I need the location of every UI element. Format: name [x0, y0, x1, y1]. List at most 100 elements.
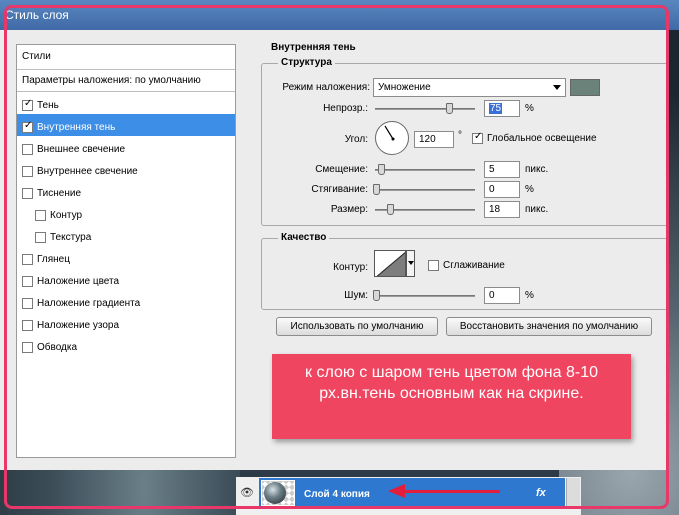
size-unit: пикс. [525, 204, 549, 215]
style-item-checkbox[interactable] [22, 165, 33, 177]
size-slider-thumb[interactable] [387, 204, 394, 215]
window-title: Стиль слоя [5, 8, 69, 22]
ball-thumbnail-icon [264, 482, 286, 504]
style-item-checkbox[interactable] [22, 187, 33, 199]
style-item[interactable]: Тень [17, 92, 235, 114]
style-item-label: Контур [50, 209, 83, 221]
annotation-arrow [404, 490, 500, 493]
opacity-slider-thumb[interactable] [446, 103, 453, 114]
blending-options-item[interactable]: Параметры наложения: по умолчанию [17, 70, 235, 92]
antialias-label: Сглаживание [443, 260, 505, 271]
fx-icon[interactable]: fx [536, 487, 546, 499]
contour-dropdown-button[interactable] [406, 250, 415, 277]
annotation-callout: к слою с шаром тень цветом фона 8-10 рх.… [272, 354, 631, 439]
style-item-checkbox[interactable] [22, 120, 33, 133]
style-item[interactable]: Контур [17, 202, 235, 224]
noise-slider-track[interactable] [375, 295, 475, 297]
style-item[interactable]: Внутреннее свечение [17, 158, 235, 180]
style-item[interactable]: Тиснение [17, 180, 235, 202]
style-item[interactable]: Наложение градиента [17, 290, 235, 312]
eye-icon[interactable]: 👁 [240, 486, 254, 499]
distance-slider-track[interactable] [375, 169, 475, 171]
style-item-checkbox[interactable] [22, 253, 33, 265]
angle-label: Угол: [344, 134, 368, 145]
style-item-label: Наложение узора [37, 319, 120, 331]
choke-unit: % [525, 184, 534, 195]
style-item[interactable]: Наложение цвета [17, 268, 235, 290]
layer-name[interactable]: Слой 4 копия [304, 489, 370, 500]
choke-slider-track[interactable] [375, 189, 475, 191]
antialias-option[interactable]: Сглаживание [428, 260, 505, 271]
style-item-checkbox[interactable] [22, 143, 33, 155]
structure-group-label: Структура [278, 57, 335, 68]
style-item-checkbox[interactable] [22, 319, 33, 331]
style-item-label: Тиснение [37, 187, 82, 199]
chevron-down-icon [408, 261, 414, 265]
style-item-checkbox[interactable] [22, 275, 33, 287]
angle-unit: ° [458, 130, 462, 141]
opacity-label: Непрозр.: [323, 103, 368, 114]
distance-input[interactable]: 5 [484, 161, 520, 178]
size-input[interactable]: 18 [484, 201, 520, 218]
section-title-inner-shadow: Внутренняя тень [271, 42, 356, 53]
style-item-label: Обводка [37, 341, 78, 353]
blend-mode-select[interactable]: Умножение [373, 78, 566, 97]
distance-slider-thumb[interactable] [378, 164, 385, 175]
contour-label: Контур: [333, 262, 368, 273]
reset-default-button[interactable]: Восстановить значения по умолчанию [446, 317, 652, 336]
global-light-label: Глобальное освещение [487, 133, 597, 144]
layer-thumbnail[interactable] [261, 480, 295, 506]
size-label: Размер: [330, 204, 368, 215]
global-light-option[interactable]: Глобальное освещение [472, 131, 597, 144]
choke-slider-thumb[interactable] [373, 184, 380, 195]
styles-list: Стили Параметры наложения: по умолчанию … [16, 44, 236, 458]
style-item-checkbox[interactable] [22, 297, 33, 309]
quality-group-label: Качество [278, 232, 330, 243]
noise-input[interactable]: 0 [484, 287, 520, 304]
style-item-label: Внутреннее свечение [37, 165, 138, 177]
opacity-input[interactable]: 75 [484, 100, 520, 117]
layers-scrollbar[interactable] [566, 478, 580, 508]
opacity-unit: % [525, 103, 534, 114]
choke-input[interactable]: 0 [484, 181, 520, 198]
style-item-label: Наложение цвета [37, 275, 120, 287]
noise-slider-thumb[interactable] [373, 290, 380, 301]
blend-mode-label: Режим наложения: [282, 82, 370, 93]
style-item-checkbox[interactable] [22, 341, 33, 353]
window-titlebar[interactable]: Стиль слоя [0, 0, 679, 30]
style-item-label: Внутренняя тень [37, 121, 116, 133]
styles-header[interactable]: Стили [17, 45, 235, 70]
style-item-label: Текстура [50, 231, 92, 243]
style-item[interactable]: Текстура [17, 224, 235, 246]
angle-input[interactable]: 120 [414, 131, 454, 148]
chevron-down-icon [553, 85, 561, 90]
angle-dial-needle-icon [384, 125, 395, 141]
arrow-left-icon [388, 484, 405, 498]
contour-picker[interactable] [374, 250, 406, 277]
noise-label: Шум: [344, 290, 368, 301]
distance-unit: пикс. [525, 164, 549, 175]
style-item[interactable]: Глянец [17, 246, 235, 268]
style-item-label: Наложение градиента [37, 297, 141, 309]
style-item-label: Глянец [37, 253, 70, 265]
make-default-button[interactable]: Использовать по умолчанию [276, 317, 438, 336]
style-item-label: Тень [37, 99, 59, 111]
shadow-color-swatch[interactable] [570, 79, 600, 96]
style-item-checkbox[interactable] [22, 98, 33, 111]
style-item[interactable]: Внешнее свечение [17, 136, 235, 158]
style-item-checkbox[interactable] [35, 209, 46, 221]
blend-mode-value: Умножение [378, 82, 431, 93]
contour-curve-icon [376, 252, 405, 276]
choke-label: Стягивание: [311, 184, 368, 195]
noise-unit: % [525, 290, 534, 301]
antialias-checkbox[interactable] [428, 260, 439, 271]
angle-dial[interactable] [375, 121, 409, 155]
style-item[interactable]: Внутренняя тень [17, 114, 235, 136]
distance-label: Смещение: [315, 164, 368, 175]
style-item[interactable]: Наложение узора [17, 312, 235, 334]
style-item-label: Внешнее свечение [37, 143, 126, 155]
global-light-checkbox[interactable] [472, 131, 483, 144]
style-item-checkbox[interactable] [35, 231, 46, 243]
opacity-slider-track[interactable] [375, 108, 475, 110]
style-item[interactable]: Обводка [17, 334, 235, 356]
